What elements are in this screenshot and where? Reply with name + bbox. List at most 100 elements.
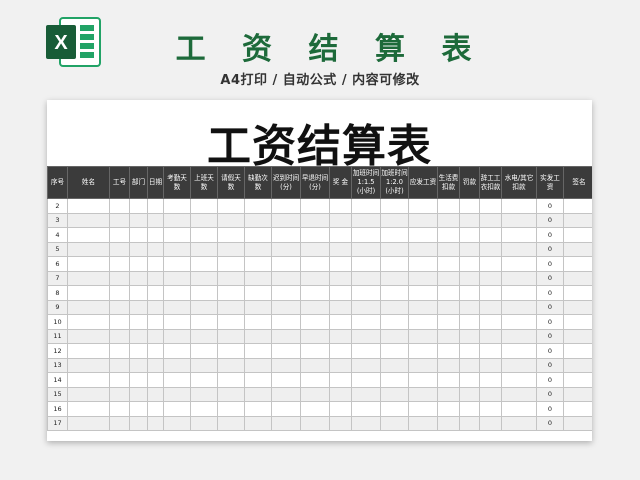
table-cell[interactable] — [190, 270, 218, 286]
table-cell[interactable] — [129, 256, 148, 272]
table-cell[interactable] — [501, 343, 537, 359]
table-cell[interactable] — [408, 241, 438, 257]
table-cell[interactable] — [163, 270, 191, 286]
table-cell[interactable] — [300, 328, 330, 344]
table-cell[interactable] — [408, 314, 438, 330]
row-number-cell[interactable]: 14 — [47, 372, 68, 388]
table-cell[interactable] — [67, 212, 110, 228]
table-cell[interactable] — [271, 415, 301, 431]
table-cell[interactable] — [190, 314, 218, 330]
table-cell[interactable] — [67, 285, 110, 301]
table-cell[interactable] — [329, 314, 352, 330]
table-cell[interactable] — [300, 415, 330, 431]
table-cell[interactable] — [380, 299, 409, 315]
table-cell[interactable] — [109, 386, 130, 402]
table-cell[interactable] — [459, 270, 480, 286]
table-cell[interactable] — [329, 270, 352, 286]
table-cell[interactable] — [563, 270, 592, 286]
table-cell[interactable] — [217, 227, 245, 243]
table-cell[interactable] — [408, 198, 438, 214]
table-cell[interactable] — [129, 270, 148, 286]
table-cell[interactable] — [501, 270, 537, 286]
table-cell[interactable] — [244, 198, 272, 214]
table-cell[interactable] — [244, 299, 272, 315]
table-cell[interactable] — [271, 386, 301, 402]
net-pay-cell[interactable]: 0 — [536, 227, 564, 243]
table-cell[interactable] — [479, 343, 502, 359]
table-cell[interactable] — [109, 299, 130, 315]
table-cell[interactable] — [217, 256, 245, 272]
table-cell[interactable] — [271, 198, 301, 214]
table-cell[interactable] — [67, 386, 110, 402]
table-cell[interactable] — [300, 299, 330, 315]
row-number-cell[interactable]: 2 — [47, 198, 68, 214]
table-cell[interactable] — [300, 256, 330, 272]
table-cell[interactable] — [479, 415, 502, 431]
table-cell[interactable] — [190, 386, 218, 402]
table-cell[interactable] — [271, 212, 301, 228]
net-pay-cell[interactable]: 0 — [536, 256, 564, 272]
table-cell[interactable] — [109, 401, 130, 417]
table-cell[interactable] — [109, 285, 130, 301]
net-pay-cell[interactable]: 0 — [536, 212, 564, 228]
table-cell[interactable] — [351, 299, 381, 315]
row-number-cell[interactable]: 5 — [47, 241, 68, 257]
table-cell[interactable] — [459, 401, 480, 417]
table-cell[interactable] — [501, 256, 537, 272]
table-cell[interactable] — [479, 241, 502, 257]
table-cell[interactable] — [563, 241, 592, 257]
table-cell[interactable] — [437, 256, 460, 272]
table-cell[interactable] — [563, 328, 592, 344]
table-cell[interactable] — [129, 343, 148, 359]
table-cell[interactable] — [479, 270, 502, 286]
table-cell[interactable] — [271, 314, 301, 330]
table-cell[interactable] — [190, 256, 218, 272]
table-cell[interactable] — [329, 357, 352, 373]
table-cell[interactable] — [129, 415, 148, 431]
table-cell[interactable] — [408, 227, 438, 243]
table-cell[interactable] — [563, 372, 592, 388]
table-cell[interactable] — [147, 328, 164, 344]
table-cell[interactable] — [147, 314, 164, 330]
row-number-cell[interactable]: 17 — [47, 415, 68, 431]
table-cell[interactable] — [163, 256, 191, 272]
table-cell[interactable] — [109, 343, 130, 359]
table-cell[interactable] — [147, 386, 164, 402]
table-cell[interactable] — [380, 386, 409, 402]
table-cell[interactable] — [501, 227, 537, 243]
table-cell[interactable] — [67, 198, 110, 214]
table-cell[interactable] — [437, 401, 460, 417]
table-cell[interactable] — [380, 401, 409, 417]
table-cell[interactable] — [563, 386, 592, 402]
table-cell[interactable] — [479, 227, 502, 243]
table-cell[interactable] — [501, 198, 537, 214]
table-cell[interactable] — [163, 241, 191, 257]
table-cell[interactable] — [217, 372, 245, 388]
row-number-cell[interactable]: 10 — [47, 314, 68, 330]
table-cell[interactable] — [300, 198, 330, 214]
table-cell[interactable] — [437, 415, 460, 431]
table-cell[interactable] — [459, 285, 480, 301]
table-cell[interactable] — [329, 256, 352, 272]
table-cell[interactable] — [459, 343, 480, 359]
table-cell[interactable] — [563, 227, 592, 243]
table-cell[interactable] — [380, 415, 409, 431]
table-cell[interactable] — [217, 270, 245, 286]
net-pay-cell[interactable]: 0 — [536, 372, 564, 388]
table-cell[interactable] — [351, 241, 381, 257]
table-cell[interactable] — [129, 285, 148, 301]
table-cell[interactable] — [190, 212, 218, 228]
table-cell[interactable] — [190, 198, 218, 214]
table-cell[interactable] — [109, 241, 130, 257]
table-cell[interactable] — [479, 386, 502, 402]
table-cell[interactable] — [271, 372, 301, 388]
table-cell[interactable] — [329, 415, 352, 431]
table-cell[interactable] — [380, 198, 409, 214]
table-cell[interactable] — [459, 256, 480, 272]
row-number-cell[interactable]: 15 — [47, 386, 68, 402]
table-cell[interactable] — [380, 343, 409, 359]
table-cell[interactable] — [380, 241, 409, 257]
table-cell[interactable] — [217, 357, 245, 373]
table-cell[interactable] — [67, 328, 110, 344]
table-cell[interactable] — [217, 314, 245, 330]
